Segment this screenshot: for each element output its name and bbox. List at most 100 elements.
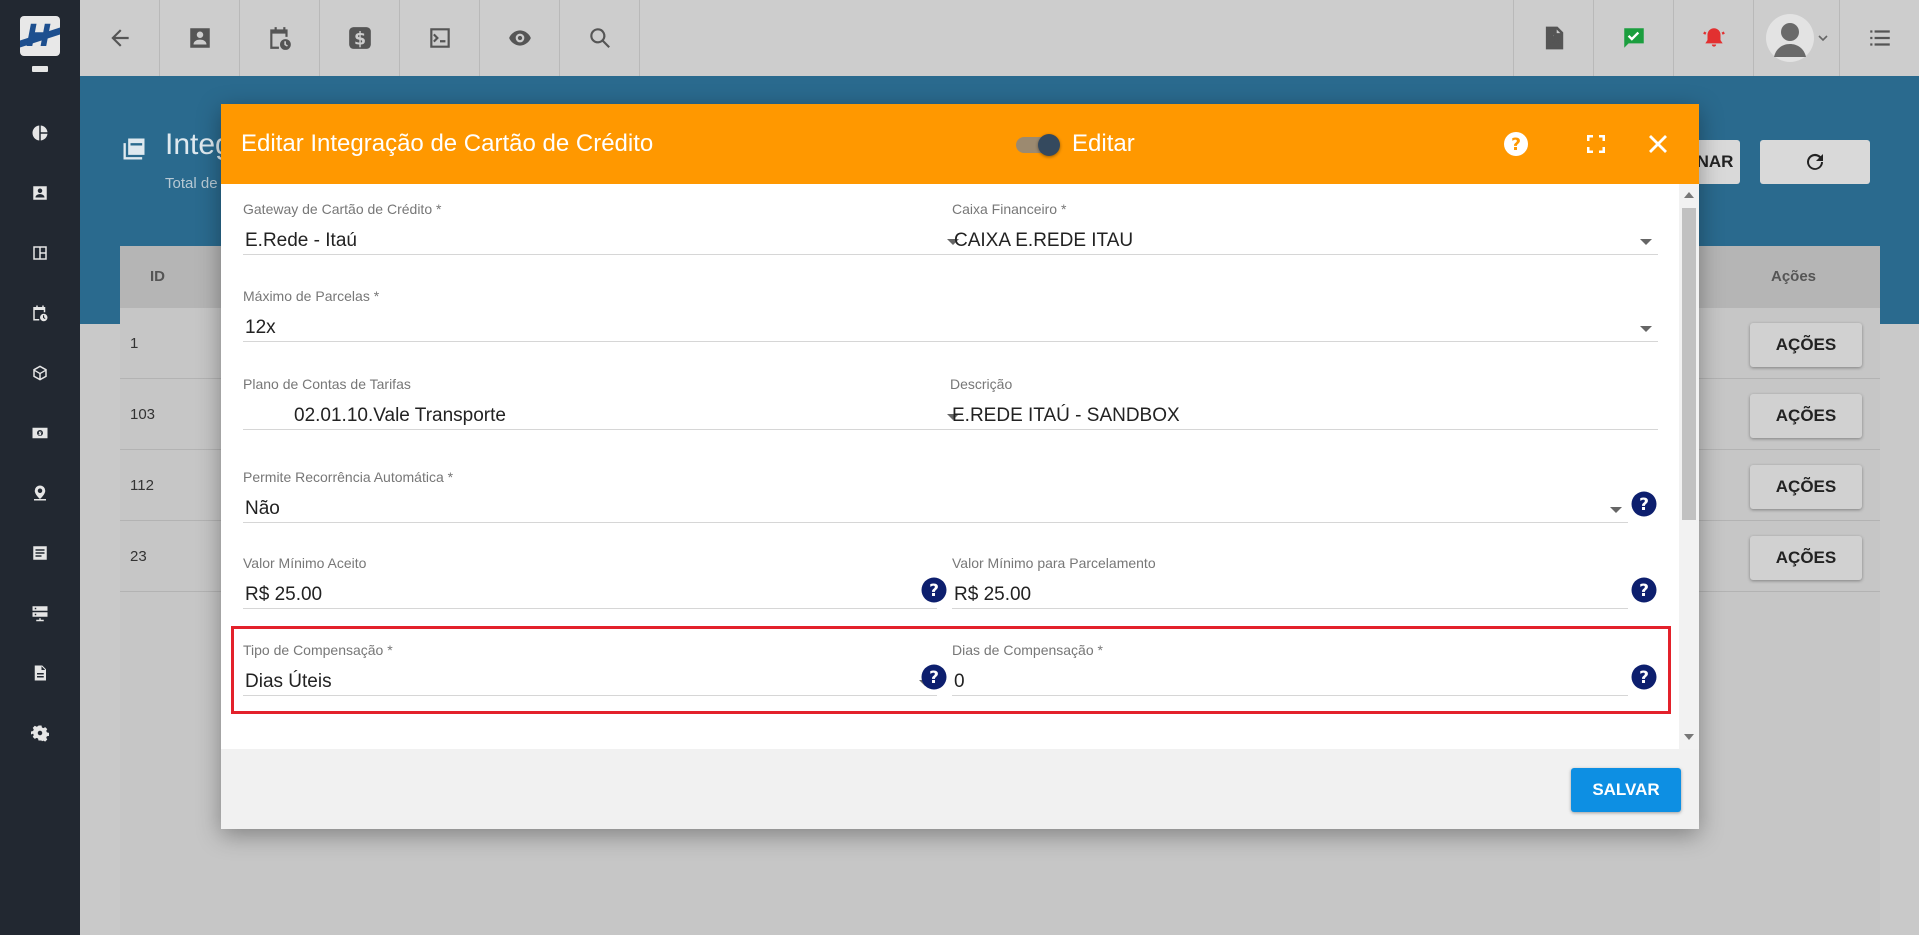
server-icon[interactable] [31,604,49,622]
descricao-value: E.REDE ITAÚ - SANDBOX [952,405,1180,426]
gateway-select[interactable]: Gateway de Cartão de Crédito * E.Rede - … [243,201,965,255]
dias-compensacao-input[interactable]: Dias de Compensação * 0 [952,642,1628,696]
document-icon[interactable] [31,664,49,682]
save-button[interactable]: SALVAR [1571,768,1681,812]
edit-toggle[interactable] [1016,134,1060,156]
help-icon[interactable]: ? [921,577,947,603]
row-actions-button[interactable]: AÇÕES [1750,394,1862,438]
menu-partial-icon[interactable] [31,66,49,76]
valor-minimo-input[interactable]: Valor Mínimo Aceito R$ 25.00 [243,555,937,609]
plano-label: Plano de Contas de Tarifas [243,376,411,392]
help-icon[interactable]: ? [1631,577,1657,603]
fullscreen-icon[interactable] [1583,131,1609,157]
help-icon[interactable]: ? [921,664,947,690]
tasks-button[interactable] [1593,0,1673,76]
location-icon[interactable] [31,484,49,502]
alerts-button[interactable] [1673,0,1753,76]
contact-card-icon [189,28,210,48]
arrow-left-icon [110,29,129,47]
chevron-down-icon [1817,35,1828,42]
user-menu[interactable] [1753,0,1839,76]
app-logo[interactable]: H [20,16,60,56]
scroll-up-arrow-icon[interactable] [1684,192,1694,198]
scroll-down-arrow-icon[interactable] [1684,734,1694,740]
caixa-label: Caixa Financeiro * [952,201,1067,217]
help-icon[interactable]: ? [1631,491,1657,517]
search-icon [589,28,610,48]
valor-minimo-parcelamento-label: Valor Mínimo para Parcelamento [952,555,1156,571]
dialog-title: Editar Integração de Cartão de Crédito [241,130,654,157]
refresh-icon [1807,153,1823,170]
dashboard-icon[interactable] [31,244,49,262]
row-actions-button[interactable]: AÇÕES [1750,536,1862,580]
parcelas-select[interactable]: Máximo de Parcelas * 12x [243,288,1658,342]
help-icon[interactable]: ? [1631,664,1657,690]
dialog-footer [221,749,1699,829]
edit-integration-dialog: Editar Integração de Cartão de Crédito E… [221,104,1699,829]
gateway-value: E.Rede - Itaú [245,230,357,251]
row-id: 112 [130,477,154,494]
row-actions-button[interactable]: AÇÕES [1750,465,1862,509]
calendar-clock-icon [269,27,291,50]
valor-minimo-label: Valor Mínimo Aceito [243,555,367,571]
cards-stack-icon [123,138,145,160]
row-id: 1 [130,335,139,352]
gateway-label: Gateway de Cartão de Crédito * [243,201,442,217]
terminal-button[interactable] [400,0,480,76]
list-doc-icon[interactable] [31,544,49,562]
descricao-input[interactable]: Descrição E.REDE ITAÚ - SANDBOX [950,376,1658,430]
tipo-compensacao-select[interactable]: Tipo de Compensação * Dias Úteis [243,642,937,696]
svg-text:?: ? [1639,495,1649,515]
tipo-compensacao-label: Tipo de Compensação * [243,642,393,658]
dialog-form: Gateway de Cartão de Crédito * E.Rede - … [221,184,1679,749]
refresh-button[interactable] [1760,140,1870,184]
view-button[interactable] [480,0,560,76]
recorrencia-select[interactable]: Permite Recorrência Automática * Não [243,469,1628,523]
sidebar: H [0,0,80,935]
pdf-button[interactable] [1513,0,1593,76]
svg-text:?: ? [929,668,939,688]
list-menu-button[interactable] [1839,0,1919,76]
row-id: 23 [130,548,147,565]
pie-chart-icon[interactable] [31,124,49,142]
terminal-icon [429,28,450,48]
descricao-label: Descrição [950,376,1013,392]
recorrencia-value: Não [245,498,280,519]
parcelas-value: 12x [245,317,276,338]
pdf-icon [1545,26,1563,50]
plano-select[interactable]: Plano de Contas de Tarifas 02.01.10.Vale… [243,376,965,430]
dias-compensacao-value: 0 [954,671,965,692]
search-button[interactable] [560,0,640,76]
help-icon[interactable]: ? [1503,131,1529,157]
dollar-icon: $ [348,27,371,50]
svg-text:?: ? [929,581,939,601]
contact-card-icon[interactable] [31,184,49,202]
cube-icon[interactable] [31,364,49,382]
back-button[interactable] [80,0,160,76]
avatar [1765,14,1814,62]
finance-button[interactable]: $ [320,0,400,76]
check-chat-icon [1623,28,1644,48]
close-icon[interactable] [1645,131,1671,157]
page-subtitle: Total de [165,175,218,192]
schedule-button[interactable] [240,0,320,76]
svg-text:?: ? [1511,135,1521,155]
dias-compensacao-label: Dias de Compensação * [952,642,1103,658]
dialog-scrollbar[interactable] [1679,184,1699,749]
row-actions-button[interactable]: AÇÕES [1750,323,1862,367]
gear-icon[interactable] [31,724,49,742]
caixa-select[interactable]: Caixa Financeiro * CAIXA E.REDE ITAU [952,201,1658,255]
plano-value: 02.01.10.Vale Transporte [294,405,506,426]
eye-icon [508,30,531,46]
valor-minimo-value: R$ 25.00 [245,584,323,605]
parcelas-label: Máximo de Parcelas * [243,288,380,304]
contacts-button[interactable] [160,0,240,76]
calendar-clock-icon[interactable] [31,304,49,322]
row-id: 103 [130,406,156,423]
money-icon[interactable] [31,424,49,442]
edit-toggle-label: Editar [1072,130,1135,157]
valor-minimo-parcelamento-input[interactable]: Valor Mínimo para Parcelamento R$ 25.00 [952,555,1628,609]
list-icon [1869,30,1890,46]
chevron-down-icon [1640,326,1652,332]
scrollbar-thumb[interactable] [1682,208,1696,520]
